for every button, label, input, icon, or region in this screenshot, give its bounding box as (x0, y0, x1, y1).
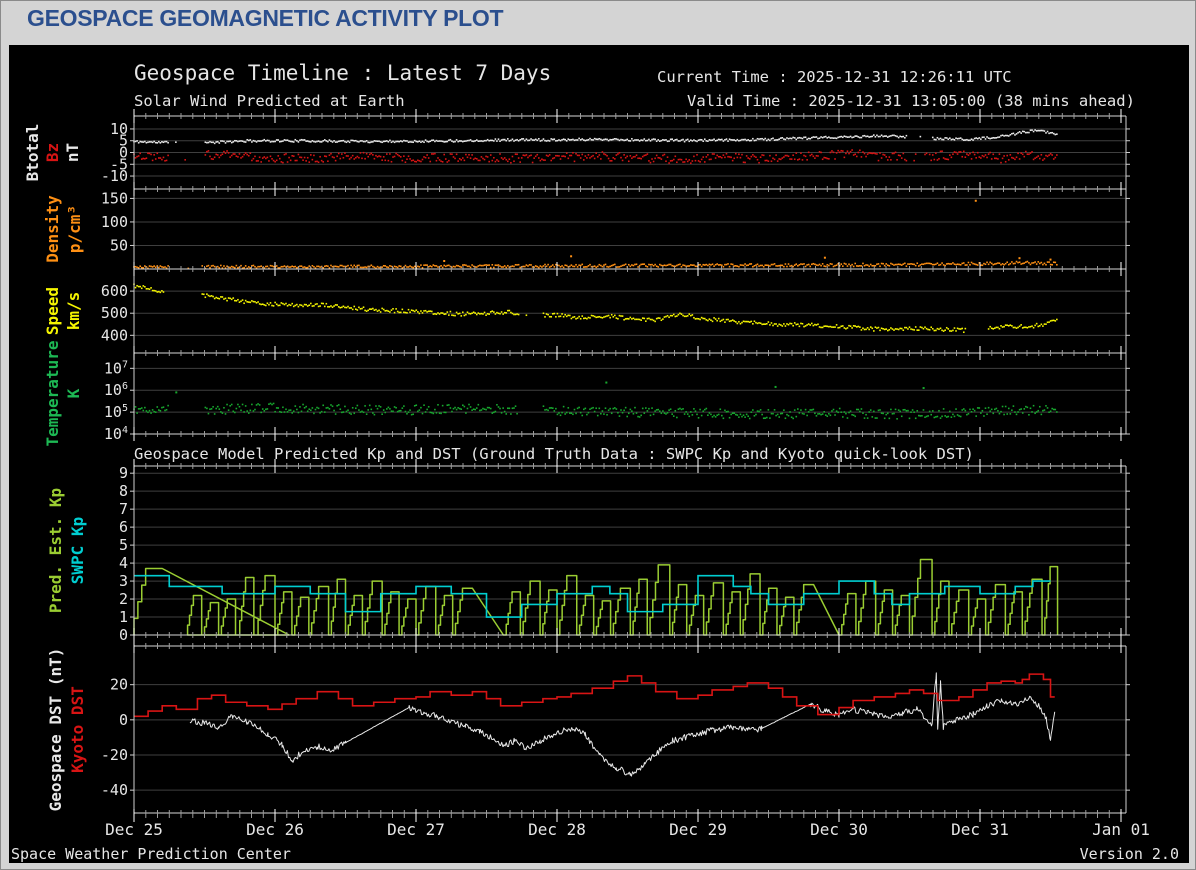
svg-text:Btotal: Btotal (23, 124, 42, 182)
svg-text:0: 0 (119, 711, 128, 729)
svg-text:8: 8 (119, 482, 128, 500)
svg-text:Dec 31: Dec 31 (951, 820, 1009, 839)
series-geospace-dst (190, 673, 1054, 776)
svg-text:Dec 25: Dec 25 (105, 820, 163, 839)
svg-text:5: 5 (119, 536, 128, 554)
svg-text:106: 106 (104, 381, 128, 399)
time-ruler (134, 109, 1126, 123)
plot-frame: 1050-5-10BtotalBznT15010050Densityp/cm³6… (9, 45, 1189, 863)
panel-temperature: 107 106 105 104 TemperatureK (43, 341, 1130, 447)
panel-density: 150 100 50 Densityp/cm³ (43, 189, 1130, 269)
svg-text:100: 100 (101, 213, 128, 231)
svg-text:104: 104 (104, 425, 128, 443)
footer-credit: Space Weather Prediction Center (11, 845, 291, 863)
x-axis-labels: Dec 25 Dec 26 Dec 27 Dec 28 Dec 29 Dec 30 Dec … (105, 820, 1150, 839)
svg-text:Speed: Speed (43, 287, 62, 335)
svg-text:SWPC Kp: SWPC Kp (68, 517, 87, 584)
time-ruler (134, 639, 1126, 653)
footer-version: Version 2.0 (1080, 845, 1179, 863)
svg-text:-40: -40 (101, 781, 128, 799)
svg-text:2: 2 (119, 590, 128, 608)
svg-text:150: 150 (101, 189, 128, 207)
series-pred-est-kp (134, 559, 1058, 635)
svg-text:3: 3 (119, 572, 128, 590)
svg-text:-10: -10 (101, 167, 128, 185)
series-bz (133, 149, 1057, 164)
svg-text:7: 7 (119, 500, 128, 518)
svg-text:105: 105 (104, 403, 128, 421)
series-density (133, 200, 1057, 269)
svg-text:4: 4 (119, 554, 128, 572)
svg-text:1: 1 (119, 608, 128, 626)
series-temperature (133, 382, 1057, 420)
time-ruler (134, 346, 1126, 360)
current-time-label: Current Time : 2025-12-31 12:26:11 UTC (657, 68, 1012, 86)
svg-text:Density: Density (43, 195, 62, 263)
time-ruler (134, 262, 1126, 276)
series-btotal (133, 129, 1057, 144)
valid-time-label: Valid Time : 2025-12-31 13:05:00 (38 min… (687, 92, 1135, 110)
panel-bfield: 1050-5-10BtotalBznT (23, 116, 1130, 189)
svg-text:500: 500 (101, 304, 128, 322)
chart-title: Geospace Timeline : Latest 7 Days (134, 61, 551, 85)
svg-text:107: 107 (104, 359, 128, 377)
svg-text:Dec 29: Dec 29 (669, 820, 727, 839)
svg-text:km/s: km/s (64, 292, 83, 331)
svg-text:K: K (64, 388, 83, 398)
svg-text:400: 400 (101, 326, 128, 344)
svg-text:Pred. Est. Kp: Pred. Est. Kp (46, 488, 65, 613)
panel-speed: 600 500 400 Speedkm/s (43, 269, 1130, 353)
panel-dst: 20 0 -20 -40 Geospace DST (nT)Kyoto DST (46, 646, 1130, 813)
svg-text:20: 20 (110, 676, 128, 694)
series-swpc-kp (134, 576, 1051, 617)
svg-text:Kyoto DST: Kyoto DST (68, 686, 87, 773)
page: GEOSPACE GEOMAGNETIC ACTIVITY PLOT 1050-… (0, 0, 1196, 870)
svg-text:600: 600 (101, 282, 128, 300)
svg-text:Dec 28: Dec 28 (528, 820, 586, 839)
svg-text:Temperature: Temperature (43, 341, 62, 447)
svg-text:6: 6 (119, 518, 128, 536)
svg-text:p/cm³: p/cm³ (65, 205, 84, 253)
svg-text:Dec 26: Dec 26 (246, 820, 304, 839)
svg-text:-20: -20 (101, 746, 128, 764)
panel-kp: 9876543210 Pred. Est. KpSWPC Kp (46, 464, 1130, 644)
svg-text:nT: nT (63, 143, 82, 162)
kp-dst-section-title: Geospace Model Predicted Kp and DST (Gro… (134, 445, 974, 463)
svg-text:Geospace DST (nT): Geospace DST (nT) (46, 648, 65, 812)
page-title: GEOSPACE GEOMAGNETIC ACTIVITY PLOT (27, 5, 503, 32)
svg-text:50: 50 (110, 236, 128, 254)
svg-text:0: 0 (119, 626, 128, 644)
svg-text:Bz: Bz (43, 143, 62, 162)
svg-text:Dec 30: Dec 30 (810, 820, 868, 839)
solar-wind-subtitle: Solar Wind Predicted at Earth (134, 92, 405, 110)
svg-text:Jan 01: Jan 01 (1092, 820, 1150, 839)
time-ruler (134, 182, 1126, 196)
svg-text:Dec 27: Dec 27 (387, 820, 445, 839)
time-ruler (134, 427, 1126, 441)
svg-text:9: 9 (119, 464, 128, 482)
